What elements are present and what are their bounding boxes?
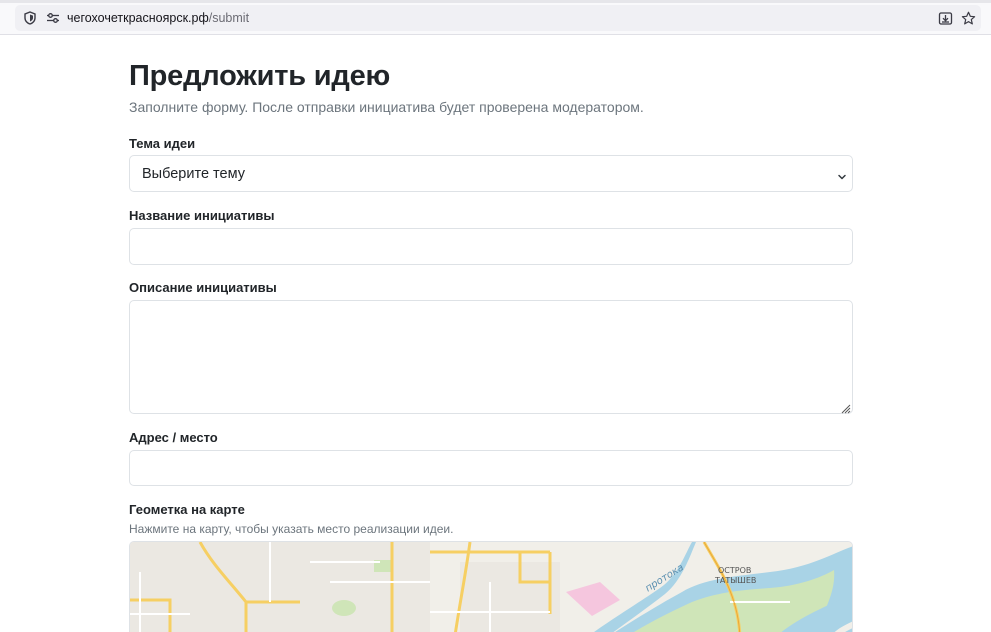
address-bar[interactable]: чегохочеткрасноярск.рф/submit bbox=[15, 5, 981, 31]
address-label: Адрес / место bbox=[129, 430, 218, 445]
star-icon[interactable] bbox=[960, 10, 976, 26]
topic-select-value: Выберите тему bbox=[142, 166, 245, 182]
map-urban-area bbox=[130, 542, 430, 632]
initiative-description-textarea[interactable] bbox=[129, 300, 853, 414]
tab-strip-edge bbox=[0, 0, 991, 3]
initiative-name-label: Название инициативы bbox=[129, 208, 275, 223]
page-title: Предложить идею bbox=[129, 60, 391, 92]
resize-grip-icon[interactable] bbox=[840, 401, 851, 414]
url-path: /submit bbox=[208, 11, 250, 25]
url-text[interactable]: чегохочеткрасноярск.рф/submit bbox=[67, 10, 249, 26]
topic-label: Тема идеи bbox=[129, 136, 196, 151]
map-park bbox=[332, 600, 356, 616]
map-label-island-line1: ОСТРОВ bbox=[718, 566, 751, 575]
topic-select[interactable]: Выберите тему bbox=[129, 155, 853, 192]
page-subtitle: Заполните форму. После отправки инициати… bbox=[129, 99, 644, 115]
geo-hint: Нажмите на карту, чтобы указать место ре… bbox=[129, 522, 454, 536]
location-map[interactable]: протока ОСТРОВ ТАТЫШЕВ bbox=[129, 541, 853, 632]
chevron-down-icon bbox=[837, 169, 847, 180]
download-icon[interactable] bbox=[937, 10, 953, 26]
address-input[interactable] bbox=[129, 450, 853, 486]
geo-label: Геометка на карте bbox=[129, 502, 245, 517]
map-urban-area bbox=[460, 562, 560, 632]
shield-icon[interactable] bbox=[22, 10, 38, 26]
initiative-description-label: Описание инициативы bbox=[129, 280, 277, 295]
initiative-name-input[interactable] bbox=[129, 228, 853, 265]
map-label-island-line2: ТАТЫШЕВ bbox=[714, 576, 756, 585]
browser-toolbar: чегохочеткрасноярск.рф/submit bbox=[0, 0, 991, 35]
map-canvas[interactable]: протока ОСТРОВ ТАТЫШЕВ bbox=[130, 542, 853, 632]
site-settings-icon[interactable] bbox=[45, 10, 61, 26]
url-host: чегохочеткрасноярск.рф bbox=[67, 11, 209, 25]
